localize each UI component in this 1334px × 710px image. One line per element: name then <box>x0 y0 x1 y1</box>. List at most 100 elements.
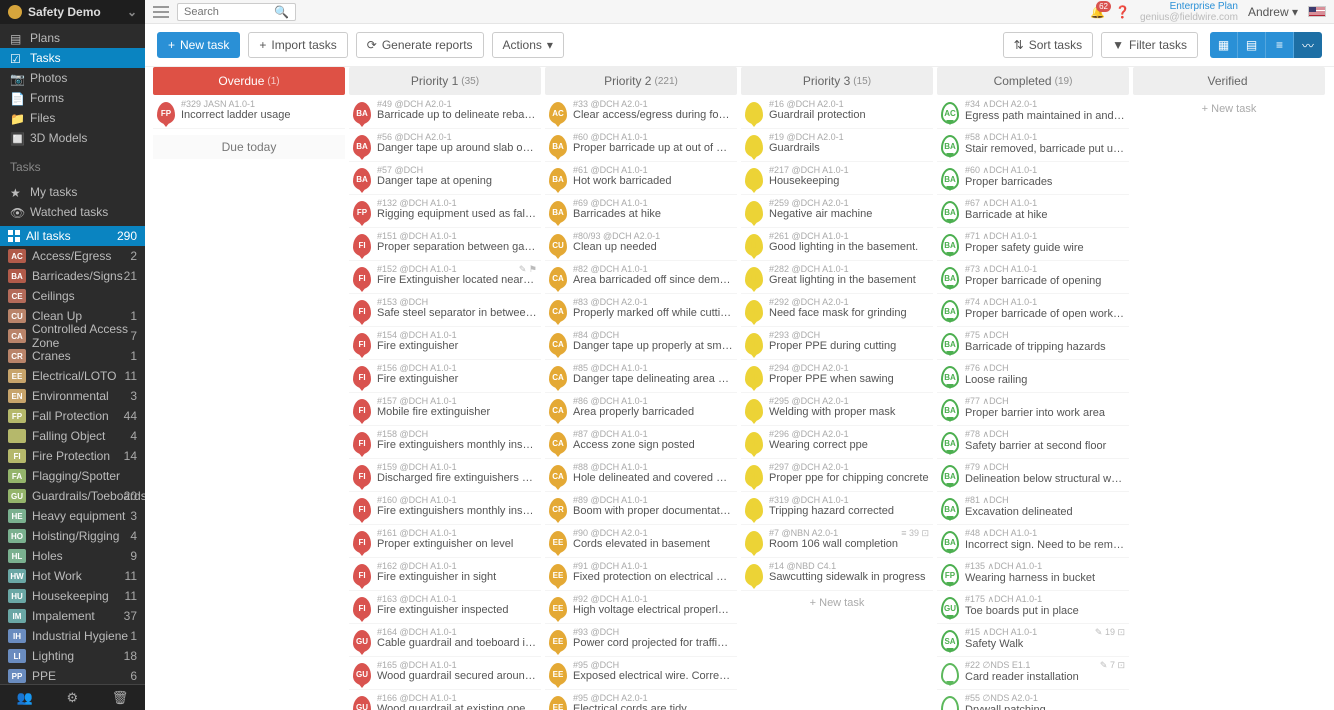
category-controlled-access-zone[interactable]: CAControlled Access Zone7 <box>0 326 145 346</box>
category-fall-protection[interactable]: FPFall Protection44 <box>0 406 145 426</box>
task-card[interactable]: BA#76 ∧DCHLoose railing <box>937 361 1129 393</box>
project-switcher[interactable]: Safety Demo ⌄ <box>0 0 145 24</box>
task-card[interactable]: FI#159 @DCH A1.0-1Discharged fire exting… <box>349 460 541 492</box>
nav-forms[interactable]: 📄Forms <box>0 88 145 108</box>
category-electrical-loto[interactable]: EEElectrical/LOTO11 <box>0 366 145 386</box>
task-card[interactable]: BA#69 @DCH A1.0-1Barricades at hike <box>545 196 737 228</box>
task-card[interactable]: BA#49 @DCH A2.0-1Barricade up to delinea… <box>349 97 541 129</box>
column-header[interactable]: Priority 1(35) <box>349 67 541 95</box>
category-hoisting-rigging[interactable]: HOHoisting/Rigging4 <box>0 526 145 546</box>
task-card[interactable]: BA#73 ∧DCH A1.0-1Proper barricade of ope… <box>937 262 1129 294</box>
task-card[interactable]: FI#160 @DCH A1.0-1Fire extinguishers mon… <box>349 493 541 525</box>
task-card[interactable]: GU#175 ∧DCH A1.0-1Toe boards put in plac… <box>937 592 1129 624</box>
hamburger-icon[interactable] <box>153 4 169 20</box>
task-card[interactable]: BA#57 @DCHDanger tape at opening <box>349 163 541 195</box>
nav-photos[interactable]: 📷Photos <box>0 68 145 88</box>
task-card[interactable]: GU#164 @DCH A1.0-1Cable guardrail and to… <box>349 625 541 657</box>
task-card[interactable]: FI#152 @DCH A1.0-1Fire Extinguisher loca… <box>349 262 541 294</box>
task-card[interactable]: BA#61 @DCH A1.0-1Hot work barricaded <box>545 163 737 195</box>
category-cranes[interactable]: CRCranes1 <box>0 346 145 366</box>
task-card[interactable]: CA#82 @DCH A1.0-1Area barricaded off sin… <box>545 262 737 294</box>
nav-plans[interactable]: ▤Plans <box>0 28 145 48</box>
nav-3d-models[interactable]: 🔲3D Models <box>0 128 145 148</box>
category-heavy-equipment[interactable]: HEHeavy equipment3 <box>0 506 145 526</box>
search-box[interactable]: 🔍 <box>177 3 296 21</box>
category-guardrails-toeboards[interactable]: GUGuardrails/Toeboards20 <box>0 486 145 506</box>
task-card[interactable]: FI#151 @DCH A1.0-1Proper separation betw… <box>349 229 541 261</box>
task-card[interactable]: BA#78 ∧DCHSafety barrier at second floor <box>937 427 1129 459</box>
nav-files[interactable]: 📁Files <box>0 108 145 128</box>
task-card[interactable]: SA#15 ∧DCH A1.0-1Safety Walk✎ 19 ⊡ <box>937 625 1129 657</box>
sort-tasks-button[interactable]: ⇅ Sort tasks <box>1003 32 1093 58</box>
user-menu[interactable]: Andrew ▾ <box>1248 5 1298 19</box>
view-calendar-button[interactable]: ▤ <box>1238 32 1266 58</box>
task-card[interactable]: BA#60 ∧DCH A1.0-1Proper barricades <box>937 163 1129 195</box>
task-card[interactable]: #55 ∅NDS A2.0-1Drywall patching <box>937 691 1129 710</box>
nav-tasks[interactable]: ☑Tasks <box>0 48 145 68</box>
column-header[interactable]: Priority 2(221) <box>545 67 737 95</box>
view-grid-button[interactable]: ▦ <box>1210 32 1238 58</box>
new-task-link[interactable]: + New task <box>741 591 933 615</box>
task-card[interactable]: BA#71 ∧DCH A1.0-1Proper safety guide wir… <box>937 229 1129 261</box>
task-card[interactable]: CA#83 @DCH A2.0-1Properly marked off whi… <box>545 295 737 327</box>
task-card[interactable]: BA#75 ∧DCHBarricade of tripping hazards <box>937 328 1129 360</box>
notifications-button[interactable]: 🔔 62 <box>1090 5 1105 19</box>
category-ceilings[interactable]: CECeilings <box>0 286 145 306</box>
column-header[interactable]: Priority 3(15) <box>741 67 933 95</box>
new-task-link[interactable]: + New task <box>1133 97 1325 121</box>
category-lighting[interactable]: LILighting18 <box>0 646 145 666</box>
task-card[interactable]: BA#60 @DCH A1.0-1Proper barricade up at … <box>545 130 737 162</box>
new-task-button[interactable]: + New task <box>157 32 240 58</box>
task-card[interactable]: FI#157 @DCH A1.0-1Mobile fire extinguish… <box>349 394 541 426</box>
task-card[interactable]: GU#166 @DCH A1.0-1Wood guardrail at exis… <box>349 691 541 710</box>
nav-my-tasks[interactable]: ★My tasks <box>0 182 145 202</box>
task-card[interactable]: EE#95 @DCHExposed electrical wire. Corre… <box>545 658 737 690</box>
import-tasks-button[interactable]: + Import tasks <box>248 32 347 58</box>
task-card[interactable]: EE#95 @DCH A2.0-1Electrical cords are ti… <box>545 691 737 710</box>
task-card[interactable]: PP#297 @DCH A2.0-1Proper ppe for chippin… <box>741 460 933 492</box>
view-analytics-button[interactable]: 〰 <box>1294 32 1322 58</box>
plan-link[interactable]: Enterprise Plan <box>1170 1 1238 12</box>
task-card[interactable]: BA#48 ∧DCH A1.0-1Incorrect sign. Need to… <box>937 526 1129 558</box>
task-card[interactable]: FP#329 JASN A1.0-1Incorrect ladder usage <box>153 97 345 129</box>
generate-reports-button[interactable]: ⟳ Generate reports <box>356 32 484 58</box>
task-card[interactable]: EE#93 @DCHPower cord projected for traff… <box>545 625 737 657</box>
category-falling-object[interactable]: Falling Object4 <box>0 426 145 446</box>
task-card[interactable]: BA#56 @DCH A2.0-1Danger tape up around s… <box>349 130 541 162</box>
task-card[interactable]: CU#80/93 @DCH A2.0-1Clean up needed <box>545 229 737 261</box>
task-card[interactable]: CA#85 @DCH A1.0-1Danger tape delineating… <box>545 361 737 393</box>
task-card[interactable]: CA#86 @DCH A1.0-1Area properly barricade… <box>545 394 737 426</box>
task-card[interactable]: AC#33 @DCH A2.0-1Clear access/egress dur… <box>545 97 737 129</box>
task-card[interactable]: LI#261 @DCH A1.0-1Good lighting in the b… <box>741 229 933 261</box>
task-card[interactable]: BA#79 ∧DCHDelineation below structural w… <box>937 460 1129 492</box>
task-card[interactable]: BA#58 ∧DCH A1.0-1Stair removed, barricad… <box>937 130 1129 162</box>
task-card[interactable]: PP#292 @DCH A2.0-1Need face mask for gri… <box>741 295 933 327</box>
task-card[interactable]: ST#319 @DCH A1.0-1Tripping hazard correc… <box>741 493 933 525</box>
task-card[interactable]: #7 @NBN A2.0-1Room 106 wall completion≡ … <box>741 526 933 558</box>
task-card[interactable]: FI#158 @DCHFire extinguishers monthly in… <box>349 427 541 459</box>
task-card[interactable]: BA#81 ∧DCHExcavation delineated <box>937 493 1129 525</box>
task-card[interactable]: FI#156 @DCH A1.0-1Fire extinguisher <box>349 361 541 393</box>
task-card[interactable]: BA#74 ∧DCH A1.0-1Proper barricade of ope… <box>937 295 1129 327</box>
category-holes[interactable]: HLHoles9 <box>0 546 145 566</box>
task-card[interactable]: #19 @DCH A2.0-1Guardrails <box>741 130 933 162</box>
help-icon[interactable]: ❓ <box>1115 5 1130 19</box>
task-card[interactable]: PP#293 @DCHProper PPE during cutting <box>741 328 933 360</box>
task-card[interactable]: LI#282 @DCH A1.0-1Great lighting in the … <box>741 262 933 294</box>
task-card[interactable]: AC#34 ∧DCH A2.0-1Egress path maintained … <box>937 97 1129 129</box>
column-header[interactable]: Overdue(1) <box>153 67 345 95</box>
category-ppe[interactable]: PPPPE6 <box>0 666 145 684</box>
column-header[interactable]: Completed(19) <box>937 67 1129 95</box>
category-industrial-hygiene[interactable]: IHIndustrial Hygiene1 <box>0 626 145 646</box>
category-hot-work[interactable]: HWHot Work11 <box>0 566 145 586</box>
category-access-egress[interactable]: ACAccess/Egress2 <box>0 246 145 266</box>
task-card[interactable]: #259 @DCH A2.0-1Negative air machine <box>741 196 933 228</box>
category-fire-protection[interactable]: FIFire Protection14 <box>0 446 145 466</box>
task-card[interactable]: #14 @NBD C4.1Sawcutting sidewalk in prog… <box>741 559 933 591</box>
task-card[interactable]: FP#135 ∧DCH A1.0-1Wearing harness in buc… <box>937 559 1129 591</box>
category-housekeeping[interactable]: HUHousekeeping11 <box>0 586 145 606</box>
locale-flag-icon[interactable] <box>1308 6 1326 17</box>
task-card[interactable]: FI#161 @DCH A1.0-1Proper extinguisher on… <box>349 526 541 558</box>
task-card[interactable]: FI#162 @DCH A1.0-1Fire extinguisher in s… <box>349 559 541 591</box>
task-card[interactable]: PP#296 @DCH A2.0-1Wearing correct ppe <box>741 427 933 459</box>
